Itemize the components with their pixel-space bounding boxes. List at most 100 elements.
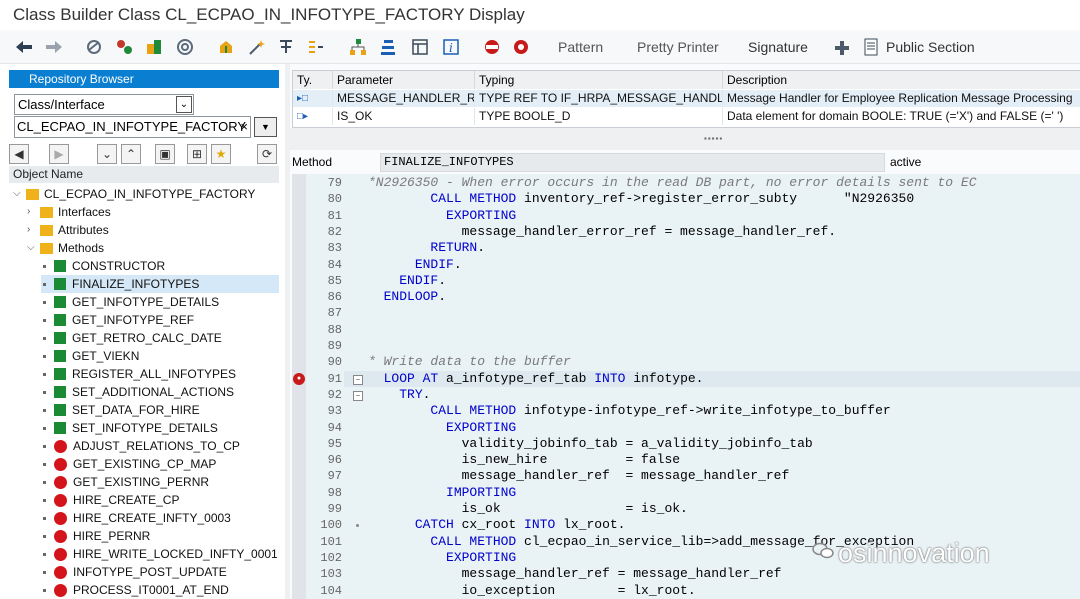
back-icon[interactable]: ◀ xyxy=(9,144,29,164)
forward-arrow-icon[interactable] xyxy=(44,36,64,58)
binoculars-icon[interactable]: ▣ xyxy=(155,144,175,164)
table-cell[interactable]: TYPE BOOLE_D xyxy=(475,108,723,125)
table-cell[interactable]: IS_OK xyxy=(333,108,475,125)
tree-method-item[interactable]: GET_INFOTYPE_REF xyxy=(41,311,194,329)
tree-method-item[interactable]: CONSTRUCTOR xyxy=(41,257,165,275)
code-line[interactable]: * Write data to the buffer xyxy=(368,354,571,369)
tree-method-item[interactable]: REGISTER_ALL_INFOTYPES xyxy=(41,365,236,383)
tree-method-item[interactable]: GET_VIEKN xyxy=(41,347,139,365)
tree-method-item[interactable]: HIRE_WRITE_LOCKED_INFTY_0001 xyxy=(41,545,278,563)
tree-method-item[interactable]: SET_DATA_FOR_HIRE xyxy=(41,401,200,419)
hierarchy-icon[interactable] xyxy=(378,36,398,58)
table-cell[interactable]: MESSAGE_HANDLER_REF xyxy=(333,90,475,107)
tree-method-item[interactable]: HIRE_PERNR xyxy=(41,527,150,545)
info-icon[interactable]: i xyxy=(441,36,461,58)
object-name-input[interactable]: CL_ECPAO_IN_INFOTYPE_FACTORY × xyxy=(14,116,251,138)
object-type-dropdown[interactable]: Class/Interface ⌄ xyxy=(14,94,194,115)
table-cell[interactable]: TYPE REF TO IF_HRPA_MESSAGE_HANDLER xyxy=(475,90,723,107)
column-header[interactable]: Typing xyxy=(475,71,723,89)
chevron-down-icon[interactable]: ⌄ xyxy=(176,96,192,113)
code-line[interactable]: validity_jobinfo_tab = a_validity_jobinf… xyxy=(368,436,813,451)
code-line[interactable]: ENDIF. xyxy=(368,257,462,272)
code-line[interactable]: ENDLOOP. xyxy=(368,289,446,304)
code-editor[interactable]: 79 *N2926350 - When error occurs in the r… xyxy=(292,174,1080,599)
code-line[interactable]: message_handler_ref = message_handler_re… xyxy=(368,468,790,483)
other-object-icon[interactable] xyxy=(84,36,104,58)
code-line[interactable]: CATCH cx_root INTO lx_root. xyxy=(368,517,626,532)
tree-method-item[interactable]: INFOTYPE_POST_UPDATE xyxy=(41,563,227,581)
forward-icon[interactable]: ▶ xyxy=(49,144,69,164)
session-breakpoint-icon[interactable] xyxy=(511,36,531,58)
tree-method-item[interactable]: GET_EXISTING_PERNR xyxy=(41,473,209,491)
tree-method-item[interactable]: GET_INFOTYPE_DETAILS xyxy=(41,293,219,311)
horizontal-splitter[interactable]: ▪▪▪▪▪ xyxy=(290,128,1080,150)
code-line[interactable]: EXPORTING xyxy=(368,420,516,435)
check-icon[interactable] xyxy=(175,36,195,58)
tree-method-item-selected[interactable]: FINALIZE_INFOTYPES xyxy=(41,275,279,293)
pretty-printer-button[interactable]: Pretty Printer xyxy=(637,39,719,55)
code-line[interactable]: CALL METHOD inventory_ref->register_erro… xyxy=(368,191,914,206)
tree-method-item[interactable]: PROCESS_IT0001_AT_END xyxy=(41,581,229,599)
column-header[interactable]: Description xyxy=(723,71,1080,89)
where-used-icon[interactable] xyxy=(276,36,296,58)
object-tree: ⌵ CL_ECPAO_IN_INFOTYPE_FACTORY › Interfa… xyxy=(9,184,279,599)
tree-method-item[interactable]: HIRE_CREATE_CP xyxy=(41,491,179,509)
layout-icon[interactable] xyxy=(410,36,430,58)
activate-icon[interactable] xyxy=(216,36,236,58)
code-line[interactable]: ENDIF. xyxy=(368,273,446,288)
tree-method-item[interactable]: SET_ADDITIONAL_ACTIONS xyxy=(41,383,234,401)
code-line[interactable]: TRY. xyxy=(368,387,430,402)
code-line[interactable]: CALL METHOD infotype-infotype_ref->write… xyxy=(368,403,890,418)
active-inactive-icon[interactable] xyxy=(144,36,164,58)
object-name-dropdown-icon[interactable]: ▼ xyxy=(254,117,277,137)
private-method-icon xyxy=(54,565,67,579)
expand-all-icon[interactable]: ⌄ xyxy=(97,144,117,164)
code-line[interactable]: is_new_hire = false xyxy=(368,452,680,467)
breakpoint-gutter[interactable] xyxy=(292,174,306,599)
collapse-all-icon[interactable]: ⌃ xyxy=(121,144,141,164)
public-section-button[interactable]: Public Section xyxy=(886,39,975,55)
code-line[interactable]: *N2926350 - When error occurs in the rea… xyxy=(368,175,977,190)
refresh-icon[interactable]: ⟳ xyxy=(257,144,277,164)
code-line[interactable]: message_handler_error_ref = message_hand… xyxy=(368,224,836,239)
repository-browser-header[interactable]: Repository Browser xyxy=(9,70,279,88)
set-breakpoint-icon[interactable] xyxy=(482,36,502,58)
code-line[interactable]: IMPORTING xyxy=(368,485,516,500)
tree-method-item[interactable]: GET_EXISTING_CP_MAP xyxy=(41,455,216,473)
tree-folder-interfaces[interactable]: › Interfaces xyxy=(27,203,111,221)
code-line[interactable]: io_exception = lx_root. xyxy=(368,583,696,598)
code-line[interactable]: LOOP AT a_infotype_ref_tab INTO infotype… xyxy=(368,371,704,386)
fold-collapse-icon[interactable]: − xyxy=(353,391,363,401)
tree-method-item[interactable]: SET_INFOTYPE_DETAILS xyxy=(41,419,218,437)
private-method-icon xyxy=(54,457,67,471)
object-list-icon[interactable] xyxy=(348,36,368,58)
favorites-icon[interactable]: ★ xyxy=(211,144,231,164)
settings-icon[interactable] xyxy=(832,36,852,58)
fold-collapse-icon[interactable]: − xyxy=(353,375,363,385)
breakpoint-icon[interactable]: ● xyxy=(293,373,305,385)
back-arrow-icon[interactable] xyxy=(14,36,34,58)
column-header[interactable]: Ty. xyxy=(293,71,333,89)
section-document-icon[interactable] xyxy=(862,36,880,58)
tree-folder-methods[interactable]: ⌵ Methods xyxy=(27,239,104,257)
navigation-window-icon[interactable] xyxy=(306,36,326,58)
code-line[interactable]: EXPORTING xyxy=(368,208,516,223)
clear-icon[interactable]: × xyxy=(240,117,248,137)
code-line[interactable]: RETURN. xyxy=(368,240,485,255)
table-cell[interactable]: Data element for domain BOOLE: TRUE (='X… xyxy=(723,108,1080,125)
hierarchy-icon[interactable]: ⊞ xyxy=(187,144,207,164)
code-line[interactable]: EXPORTING xyxy=(368,550,516,565)
pattern-button[interactable]: Pattern xyxy=(558,39,603,55)
tree-folder-attributes[interactable]: › Attributes xyxy=(27,221,109,239)
code-line[interactable]: is_ok = is_ok. xyxy=(368,501,688,516)
tree-method-item[interactable]: ADJUST_RELATIONS_TO_CP xyxy=(41,437,240,455)
tree-method-item[interactable]: GET_RETRO_CALC_DATE xyxy=(41,329,222,347)
display-change-icon[interactable] xyxy=(114,36,134,58)
magic-wand-icon[interactable] xyxy=(246,36,266,58)
code-line[interactable]: message_handler_ref = message_handler_re… xyxy=(368,566,782,581)
tree-root[interactable]: ⌵ CL_ECPAO_IN_INFOTYPE_FACTORY xyxy=(13,185,255,203)
column-header[interactable]: Parameter xyxy=(333,71,475,89)
tree-method-item[interactable]: HIRE_CREATE_INFTY_0003 xyxy=(41,509,231,527)
signature-button[interactable]: Signature xyxy=(748,39,808,55)
table-cell[interactable]: Message Handler for Employee Replication… xyxy=(723,90,1080,107)
